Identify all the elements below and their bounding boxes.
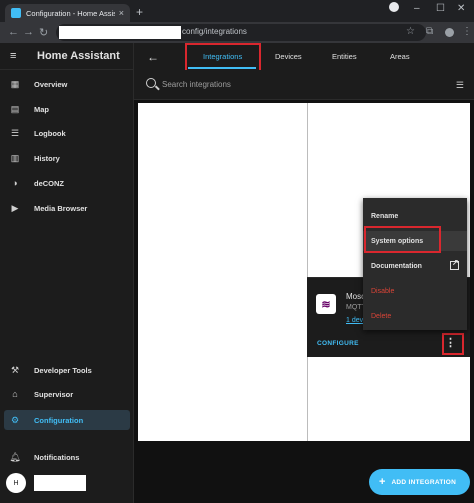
maximize-button[interactable]: ☐ bbox=[436, 3, 445, 14]
deconz-icon: ◑ bbox=[12, 178, 18, 188]
forward-icon[interactable]: → bbox=[23, 26, 34, 38]
sidebar-item-history[interactable]: ▥ History bbox=[4, 148, 130, 168]
sidebar-item-label: deCONZ bbox=[34, 178, 64, 188]
back-icon[interactable]: ← bbox=[8, 26, 19, 38]
sidebar-item-label: Logbook bbox=[34, 128, 66, 138]
sidebar-item-label: History bbox=[34, 153, 60, 163]
sidebar-item-deconz[interactable]: ◑ deCONZ bbox=[4, 173, 130, 193]
address-url: config/integrations bbox=[182, 27, 247, 36]
sidebar: ≡ Home Assistant ▦ Overview ▤ Map ☰ Logb… bbox=[0, 43, 134, 503]
add-integration-button[interactable]: + ADD INTEGRATION bbox=[369, 469, 470, 495]
menu-item-disable[interactable]: Disable bbox=[363, 281, 467, 301]
close-tab-icon[interactable]: × bbox=[119, 8, 124, 18]
sidebar-header: ≡ Home Assistant bbox=[0, 43, 133, 70]
minimize-button[interactable]: – bbox=[414, 3, 420, 14]
close-window-button[interactable]: ✕ bbox=[457, 3, 465, 14]
search-input[interactable]: Search integrations bbox=[162, 80, 231, 89]
integration-cards-area-left bbox=[138, 103, 307, 441]
gear-icon: ⚙ bbox=[10, 414, 20, 425]
sidebar-item-label: Notifications bbox=[34, 452, 80, 462]
search-icon bbox=[146, 78, 156, 88]
menu-item-delete[interactable]: Delete bbox=[363, 306, 467, 326]
sidebar-item-label: Overview bbox=[34, 79, 68, 89]
tab-devices[interactable]: Devices bbox=[275, 52, 302, 61]
logbook-icon: ☰ bbox=[10, 127, 20, 138]
sidebar-item-label: Media Browser bbox=[34, 203, 88, 213]
sidebar-item-map[interactable]: ▤ Map bbox=[4, 99, 130, 119]
sidebar-item-supervisor[interactable]: ⌂ Supervisor bbox=[4, 384, 130, 404]
integration-options-menu: Rename System options Documentation Disa… bbox=[363, 198, 467, 330]
sidebar-item-label: Configuration bbox=[34, 415, 84, 425]
chrome-menu-icon[interactable]: ⋮ bbox=[462, 26, 472, 37]
browser-tab[interactable]: Configuration - Home Assistant × bbox=[5, 4, 130, 22]
chrome-profile-icon[interactable] bbox=[389, 2, 399, 12]
sidebar-item-overview[interactable]: ▦ Overview bbox=[4, 74, 130, 94]
supervisor-icon: ⌂ bbox=[12, 389, 18, 399]
bell-icon: 🔔︎ bbox=[9, 451, 21, 462]
menu-item-documentation[interactable]: Documentation bbox=[363, 256, 467, 276]
open-in-new-icon bbox=[450, 258, 459, 270]
tab-entities[interactable]: Entities bbox=[332, 52, 357, 61]
address-bar[interactable]: config/integrations bbox=[56, 24, 426, 41]
hamburger-icon[interactable]: ≡ bbox=[10, 50, 37, 62]
devices-link[interactable]: 1 dev bbox=[346, 317, 363, 324]
bookmark-star-icon[interactable]: ☆ bbox=[406, 26, 415, 37]
browser-tab-strip: Configuration - Home Assistant × + – ☐ ✕ bbox=[0, 0, 474, 22]
sidebar-item-label: Developer Tools bbox=[34, 365, 92, 375]
sidebar-item-media-browser[interactable]: ▶ Media Browser bbox=[4, 198, 130, 218]
configure-button[interactable]: CONFIGURE bbox=[317, 340, 359, 347]
tab-areas[interactable]: Areas bbox=[390, 52, 410, 61]
plus-icon: + bbox=[379, 476, 386, 488]
reload-icon[interactable]: ↻ bbox=[39, 26, 48, 39]
sidebar-item-logbook[interactable]: ☰ Logbook bbox=[4, 123, 130, 143]
map-icon: ▤ bbox=[10, 103, 20, 114]
sidebar-item-label: Supervisor bbox=[34, 389, 74, 399]
menu-item-label: Documentation bbox=[371, 262, 422, 270]
main-panel: ← Integrations Devices Entities Areas Se… bbox=[134, 43, 474, 503]
profile-avatar-icon[interactable] bbox=[445, 28, 454, 37]
sidebar-item-configuration[interactable]: ⚙ Configuration bbox=[4, 410, 130, 430]
browser-tab-title: Configuration - Home Assistant bbox=[26, 8, 115, 18]
system-options-highlight bbox=[364, 226, 441, 253]
history-icon: ▥ bbox=[10, 152, 20, 163]
sidebar-item-developer-tools[interactable]: ⚒ Developer Tools bbox=[4, 360, 130, 380]
user-avatar[interactable]: H bbox=[6, 473, 26, 493]
home-assistant-favicon-icon bbox=[11, 8, 21, 18]
new-tab-button[interactable]: + bbox=[136, 5, 143, 19]
redacted-host bbox=[59, 26, 181, 39]
more-options-highlight bbox=[442, 333, 464, 355]
add-integration-label: ADD INTEGRATION bbox=[391, 478, 457, 486]
media-icon: ▶ bbox=[11, 202, 19, 213]
sidebar-item-label: Map bbox=[34, 104, 49, 114]
back-arrow-icon[interactable]: ← bbox=[147, 50, 159, 64]
browser-toolbar: ← → ↻ config/integrations ☆ ⧉ ⋮ bbox=[0, 22, 474, 43]
extensions-icon[interactable]: ⧉ bbox=[426, 26, 433, 37]
mosquitto-logo-icon: ≋ bbox=[316, 294, 336, 314]
hammer-icon: ⚒ bbox=[10, 364, 20, 375]
search-bar[interactable]: Search integrations ☰ bbox=[134, 70, 474, 100]
sidebar-item-notifications[interactable]: 🔔︎ Notifications bbox=[4, 447, 130, 467]
redacted-username bbox=[34, 475, 86, 491]
dashboard-icon: ▦ bbox=[10, 78, 20, 89]
sidebar-title: Home Assistant bbox=[37, 50, 120, 62]
menu-item-rename[interactable]: Rename bbox=[363, 206, 467, 226]
filter-icon[interactable]: ☰ bbox=[456, 80, 464, 91]
